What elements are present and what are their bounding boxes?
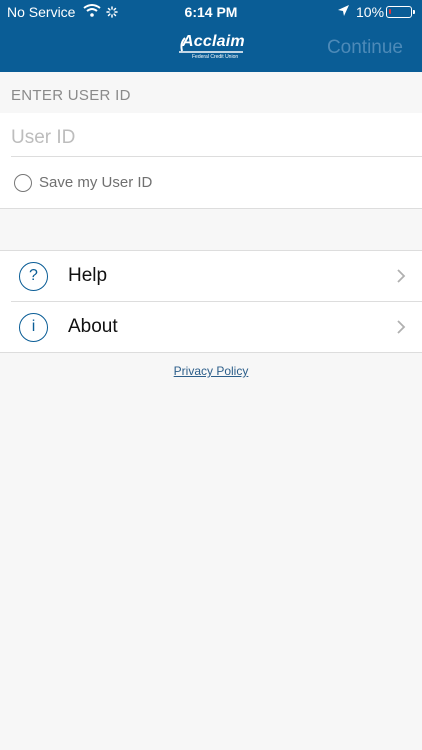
question-icon: ? — [19, 262, 48, 291]
battery-level — [389, 9, 391, 14]
login-form: Save my User ID — [0, 113, 422, 209]
radio-button-icon[interactable] — [14, 174, 32, 192]
location-arrow-icon — [337, 4, 350, 20]
save-userid-label: Save my User ID — [39, 174, 153, 191]
menu-item-label: About — [68, 316, 118, 337]
chevron-right-icon — [397, 269, 406, 283]
logo-text: Acclaim — [182, 33, 245, 50]
continue-button[interactable]: Continue — [327, 37, 403, 59]
info-icon: i — [19, 313, 48, 342]
chevron-right-icon — [397, 320, 406, 334]
menu-item-help[interactable]: ? Help — [0, 251, 422, 302]
battery-nub — [413, 10, 415, 14]
menu-item-about[interactable]: i About — [0, 302, 422, 352]
battery-percent: 10% — [356, 4, 385, 20]
menu-item-label: Help — [68, 265, 108, 286]
privacy-policy-link[interactable]: Privacy Policy — [0, 364, 422, 378]
battery-icon — [386, 6, 415, 18]
userid-input[interactable] — [11, 123, 411, 153]
logo-subtext: Federal Credit Union — [192, 54, 239, 60]
form-divider — [11, 156, 422, 157]
acclaim-logo: Acclaim Federal Credit Union — [176, 33, 246, 63]
menu-list: ? Help i About — [0, 250, 422, 353]
app-header: No Service 6:14 PM 10% Acclaim Federal C… — [0, 0, 422, 72]
section-label: ENTER USER ID — [11, 87, 131, 104]
status-bar: No Service 6:14 PM 10% — [0, 0, 422, 24]
